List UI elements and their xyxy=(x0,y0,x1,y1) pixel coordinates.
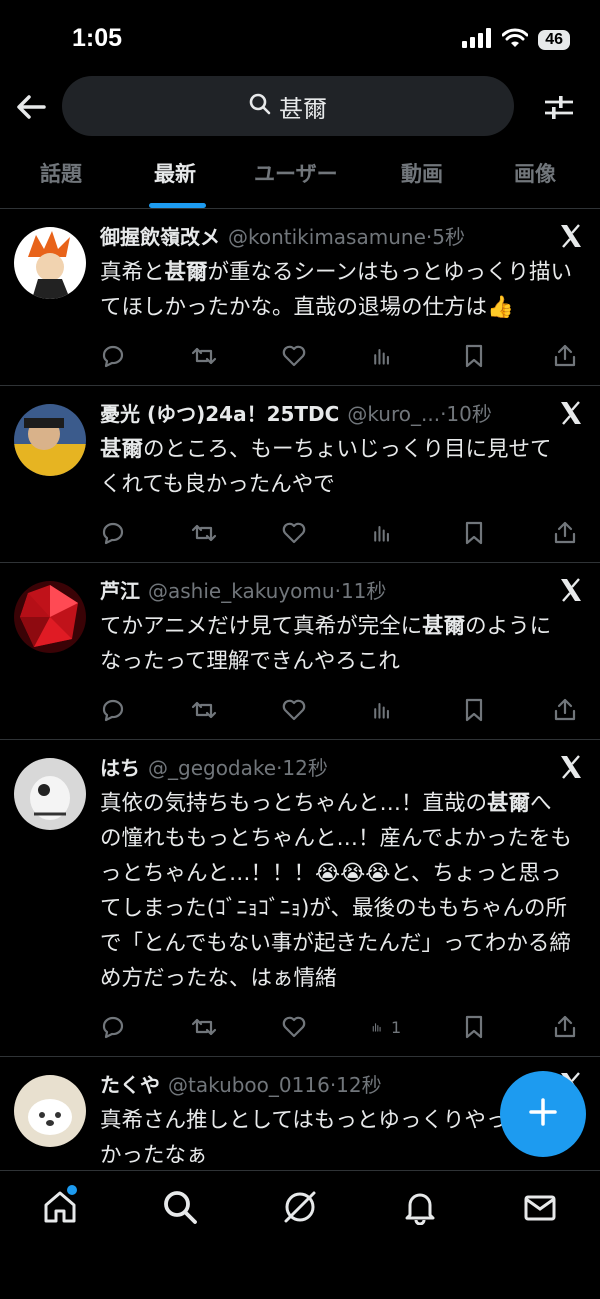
like-icon[interactable] xyxy=(281,1012,311,1042)
grok-icon[interactable] xyxy=(282,1189,318,1225)
like-icon[interactable] xyxy=(281,341,311,371)
tweet-text[interactable]: 甚爾のところ、もーちょいじっくり目に見せてくれても良かったんやで xyxy=(100,432,582,502)
tab-users[interactable]: ユーザー xyxy=(254,158,338,188)
share-icon[interactable] xyxy=(552,518,582,548)
tweet-header: 憂光 (ゆつ)24a！25TDC @kuro_... · 10秒 xyxy=(100,398,582,430)
user-handle[interactable]: @kontikimasamune xyxy=(228,225,426,249)
user-handle[interactable]: @_gegodake xyxy=(148,756,276,780)
search-header: 甚爾 xyxy=(0,76,600,136)
compose-button[interactable] xyxy=(500,1071,586,1157)
tweet-item[interactable]: 芦江 @ashie_kakuyomu · 11秒 てかアニメだけ見て真希が完全に甚爾のよ… xyxy=(0,563,600,740)
tweet-actions xyxy=(100,518,582,548)
bottom-navigation xyxy=(0,1170,600,1299)
home-notification-dot xyxy=(67,1185,77,1195)
display-name[interactable]: はち xyxy=(100,752,140,781)
views-icon[interactable]: 1 xyxy=(371,1012,401,1042)
display-name[interactable]: たくや xyxy=(100,1069,160,1098)
user-handle[interactable]: @kuro_... xyxy=(347,402,440,426)
plus-icon xyxy=(528,1097,558,1131)
search-icon xyxy=(249,93,271,119)
wifi-icon xyxy=(501,28,529,52)
status-time: 1:05 xyxy=(72,24,123,52)
display-name[interactable]: 芦江 xyxy=(100,575,140,604)
signal-icon xyxy=(462,28,492,52)
like-icon[interactable] xyxy=(281,518,311,548)
like-icon[interactable] xyxy=(281,695,311,725)
filter-settings-icon[interactable] xyxy=(542,90,576,124)
tweet-text[interactable]: 真依の気持ちもっとちゃんと…！直哉の甚爾への憧れももっとちゃんと…！産んでよかっ… xyxy=(100,786,582,996)
tweet-item[interactable]: はち @_gegodake · 12秒 真依の気持ちもっとちゃんと…！直哉の甚爾への憧れ… xyxy=(0,740,600,1057)
reply-icon[interactable] xyxy=(100,1012,130,1042)
views-count: 1 xyxy=(390,1017,402,1037)
tweet-item[interactable]: 憂光 (ゆつ)24a！25TDC @kuro_... · 10秒 甚爾のところ、もーちょ… xyxy=(0,386,600,563)
status-icons: 46 xyxy=(462,28,570,52)
search-query: 甚爾 xyxy=(279,94,327,123)
back-arrow-icon[interactable] xyxy=(14,90,48,124)
search-nav-icon[interactable] xyxy=(162,1189,198,1225)
tweet-timestamp[interactable]: 5秒 xyxy=(432,221,465,250)
battery-icon: 46 xyxy=(538,30,570,50)
reply-icon[interactable] xyxy=(100,518,130,548)
reply-icon[interactable] xyxy=(100,695,130,725)
share-icon[interactable] xyxy=(552,341,582,371)
tweet-timestamp[interactable]: 12秒 xyxy=(282,752,327,781)
views-icon[interactable] xyxy=(371,518,401,548)
tweet-text[interactable]: てかアニメだけ見て真希が完全に甚爾のようになったって理解できんやろこれ xyxy=(100,609,582,679)
views-icon[interactable] xyxy=(371,341,401,371)
display-name[interactable]: 御握飲嶺改メ xyxy=(100,221,220,250)
tweet-timestamp[interactable]: 12秒 xyxy=(336,1069,381,1098)
tab-images[interactable]: 画像 xyxy=(514,158,556,188)
retweet-icon[interactable] xyxy=(190,518,220,548)
tweet-actions xyxy=(100,341,582,371)
tweet-actions: 1 xyxy=(100,1012,582,1042)
search-tabs: 話題 最新 ユーザー 動画 画像 xyxy=(0,150,600,209)
tweet-header: はち @_gegodake · 12秒 xyxy=(100,752,582,784)
retweet-icon[interactable] xyxy=(190,695,220,725)
x-logo-icon xyxy=(558,400,584,426)
tweet-item[interactable]: 御握飲嶺改メ @kontikimasamune · 5秒 真希と甚爾が重なるシーンはもっ… xyxy=(0,209,600,386)
x-logo-icon xyxy=(558,754,584,780)
notifications-icon[interactable] xyxy=(402,1189,438,1226)
tweet-text[interactable]: 真希と甚爾が重なるシーンはもっとゆっくり描いてほしかったかな。直哉の退場の仕方は… xyxy=(100,255,582,325)
avatar[interactable] xyxy=(14,227,86,299)
tab-videos[interactable]: 動画 xyxy=(401,158,443,188)
search-input[interactable]: 甚爾 xyxy=(62,76,514,136)
avatar[interactable] xyxy=(14,1075,86,1147)
retweet-icon[interactable] xyxy=(190,341,220,371)
user-handle[interactable]: @takuboo_0116 xyxy=(168,1073,330,1097)
avatar[interactable] xyxy=(14,404,86,476)
share-icon[interactable] xyxy=(552,695,582,725)
tweet-header: 御握飲嶺改メ @kontikimasamune · 5秒 xyxy=(100,221,582,253)
active-tab-indicator xyxy=(149,203,206,208)
tab-latest[interactable]: 最新 xyxy=(154,158,196,188)
x-logo-icon xyxy=(558,223,584,249)
retweet-icon[interactable] xyxy=(190,1012,220,1042)
share-icon[interactable] xyxy=(552,1012,582,1042)
tweet-header: 芦江 @ashie_kakuyomu · 11秒 xyxy=(100,575,582,607)
views-icon[interactable] xyxy=(371,695,401,725)
tweet-feed[interactable]: 御握飲嶺改メ @kontikimasamune · 5秒 真希と甚爾が重なるシーンはもっ… xyxy=(0,209,600,1169)
bookmark-icon[interactable] xyxy=(462,518,492,548)
reply-icon[interactable] xyxy=(100,341,130,371)
tweet-actions xyxy=(100,695,582,725)
display-name[interactable]: 憂光 (ゆつ)24a！25TDC xyxy=(100,398,339,427)
bookmark-icon[interactable] xyxy=(462,341,492,371)
tweet-timestamp[interactable]: 11秒 xyxy=(341,575,386,604)
avatar[interactable] xyxy=(14,758,86,830)
status-bar: 1:05 46 xyxy=(0,0,600,76)
messages-icon[interactable] xyxy=(522,1189,558,1225)
tab-trending[interactable]: 話題 xyxy=(40,158,82,188)
avatar[interactable] xyxy=(14,581,86,653)
tweet-timestamp[interactable]: 10秒 xyxy=(446,398,491,427)
bookmark-icon[interactable] xyxy=(462,1012,492,1042)
x-logo-icon xyxy=(558,577,584,603)
bookmark-icon[interactable] xyxy=(462,695,492,725)
user-handle[interactable]: @ashie_kakuyomu xyxy=(148,579,335,603)
